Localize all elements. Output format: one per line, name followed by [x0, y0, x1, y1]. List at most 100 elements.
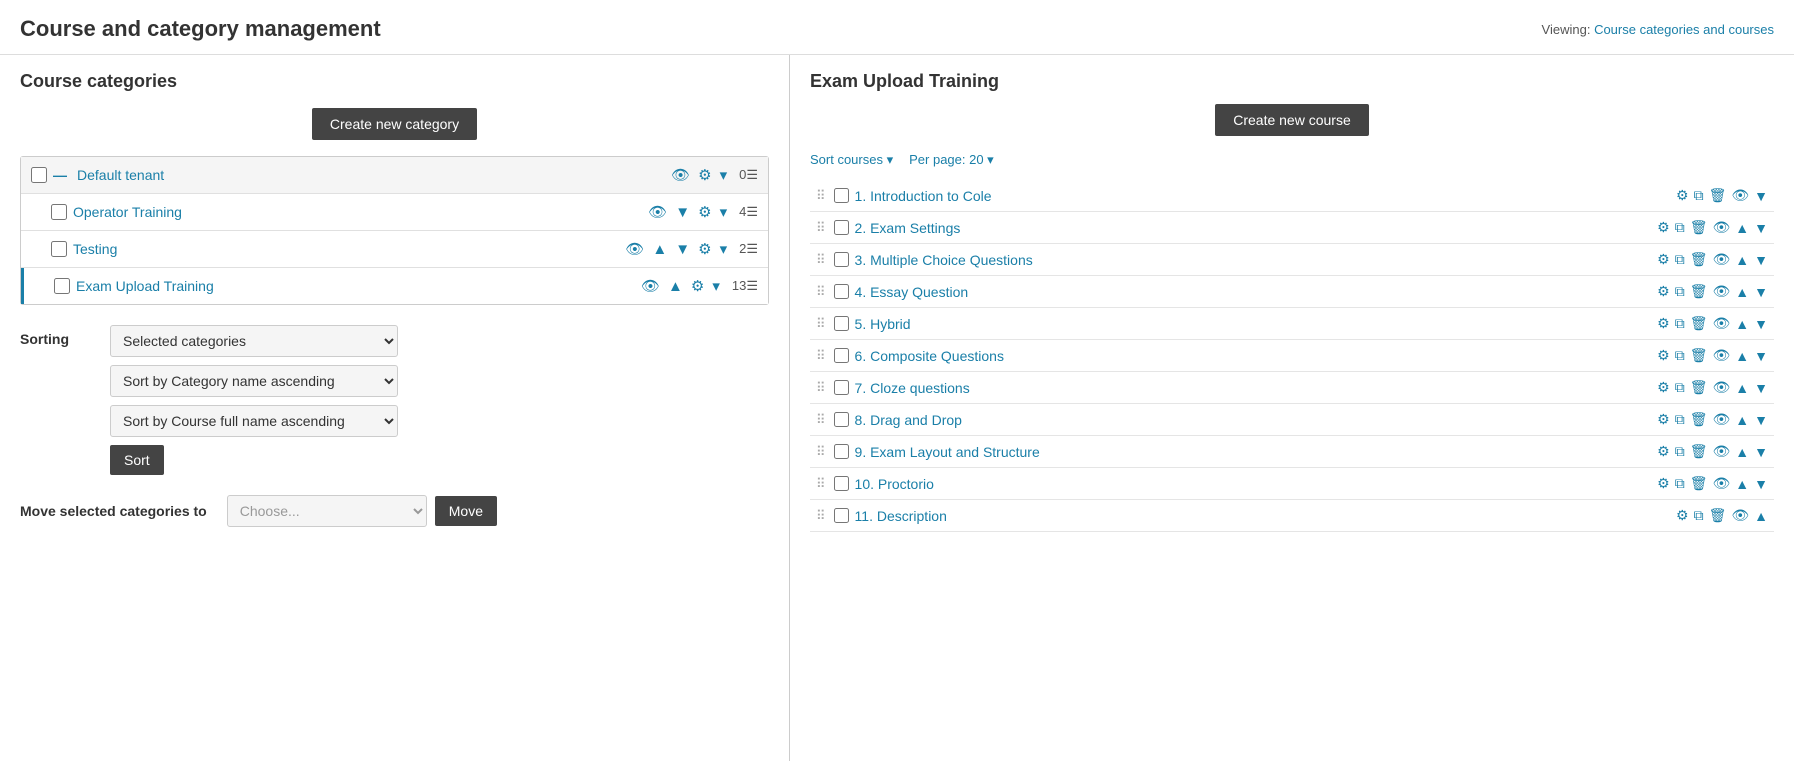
copy-icon[interactable]: ⧉ — [1675, 379, 1685, 396]
view-icon[interactable]: 👁 — [646, 202, 669, 222]
drag-handle-icon[interactable]: ⠿ — [816, 444, 826, 460]
caret-icon[interactable]: ▾ — [718, 165, 730, 185]
up-arrow-icon[interactable]: ▲ — [1735, 220, 1749, 236]
drag-handle-icon[interactable]: ⠿ — [816, 476, 826, 492]
gear-icon[interactable]: ⚙ — [696, 239, 713, 259]
down-icon[interactable]: ▼ — [673, 203, 692, 222]
course-checkbox[interactable] — [834, 508, 849, 523]
up-arrow-icon[interactable]: ▲ — [1735, 476, 1749, 492]
course-checkbox[interactable] — [834, 188, 849, 203]
view-icon[interactable]: 👁 — [1713, 379, 1731, 396]
trash-icon[interactable]: 🗑 — [1690, 315, 1708, 332]
trash-icon[interactable]: 🗑 — [1690, 283, 1708, 300]
down-arrow-icon[interactable]: ▼ — [1754, 348, 1768, 364]
copy-icon[interactable]: ⧉ — [1675, 251, 1685, 268]
down-arrow-icon[interactable]: ▼ — [1754, 380, 1768, 396]
up-arrow-icon[interactable]: ▲ — [1735, 316, 1749, 332]
up-arrow-icon[interactable]: ▲ — [1735, 284, 1749, 300]
category-checkbox-default-tenant[interactable] — [31, 167, 47, 183]
sort-button[interactable]: Sort — [110, 445, 164, 475]
category-checkbox-operator-training[interactable] — [51, 204, 67, 220]
down-arrow-icon[interactable]: ▼ — [1754, 188, 1768, 204]
course-name-link[interactable]: 9. Exam Layout and Structure — [855, 444, 1652, 460]
course-checkbox[interactable] — [834, 316, 849, 331]
drag-handle-icon[interactable]: ⠿ — [816, 412, 826, 428]
down-arrow-icon[interactable]: ▼ — [1754, 444, 1768, 460]
up-arrow-icon[interactable]: ▲ — [1735, 348, 1749, 364]
view-icon[interactable]: 👁 — [1713, 315, 1731, 332]
category-link-default-tenant[interactable]: Default tenant — [77, 167, 663, 183]
drag-handle-icon[interactable]: ⠿ — [816, 316, 826, 332]
category-link-exam-upload-training[interactable]: Exam Upload Training — [76, 278, 633, 294]
gear-icon[interactable]: ⚙ — [1657, 315, 1670, 332]
view-icon[interactable]: 👁 — [1713, 411, 1731, 428]
copy-icon[interactable]: ⧉ — [1694, 187, 1704, 204]
sort-by-category-select[interactable]: Sort by Category name ascending Sort by … — [110, 365, 398, 397]
down-arrow-icon[interactable]: ▼ — [1754, 252, 1768, 268]
trash-icon[interactable]: 🗑 — [1709, 507, 1727, 524]
view-icon[interactable]: 👁 — [1731, 187, 1749, 204]
course-name-link[interactable]: 6. Composite Questions — [855, 348, 1652, 364]
course-checkbox[interactable] — [834, 476, 849, 491]
copy-icon[interactable]: ⧉ — [1675, 347, 1685, 364]
per-page-link[interactable]: Per page: 20 ▾ — [909, 152, 994, 168]
course-name-link[interactable]: 2. Exam Settings — [855, 220, 1652, 236]
course-name-link[interactable]: 7. Cloze questions — [855, 380, 1652, 396]
course-name-link[interactable]: 4. Essay Question — [855, 284, 1652, 300]
trash-icon[interactable]: 🗑 — [1690, 475, 1708, 492]
up-arrow-icon[interactable]: ▲ — [1754, 508, 1768, 524]
down-arrow-icon[interactable]: ▼ — [1754, 220, 1768, 236]
create-course-button[interactable]: Create new course — [1215, 104, 1369, 136]
down-arrow-icon[interactable]: ▼ — [1754, 476, 1768, 492]
view-icon[interactable]: 👁 — [623, 239, 646, 259]
gear-icon[interactable]: ⚙ — [1657, 283, 1670, 300]
sort-courses-link[interactable]: Sort courses ▾ — [810, 152, 893, 168]
view-icon[interactable]: 👁 — [1713, 219, 1731, 236]
course-name-link[interactable]: 1. Introduction to Cole — [855, 188, 1670, 204]
course-checkbox[interactable] — [834, 380, 849, 395]
up-icon[interactable]: ▲ — [666, 277, 685, 296]
course-checkbox[interactable] — [834, 252, 849, 267]
down-arrow-icon[interactable]: ▼ — [1754, 412, 1768, 428]
down-arrow-icon[interactable]: ▼ — [1754, 316, 1768, 332]
course-name-link[interactable]: 5. Hybrid — [855, 316, 1652, 332]
course-checkbox[interactable] — [834, 284, 849, 299]
trash-icon[interactable]: 🗑 — [1709, 187, 1727, 204]
gear-icon[interactable]: ⚙ — [1676, 507, 1689, 524]
course-checkbox[interactable] — [834, 348, 849, 363]
trash-icon[interactable]: 🗑 — [1690, 443, 1708, 460]
copy-icon[interactable]: ⧉ — [1675, 443, 1685, 460]
course-name-link[interactable]: 8. Drag and Drop — [855, 412, 1652, 428]
gear-icon[interactable]: ⚙ — [689, 276, 706, 296]
gear-icon[interactable]: ⚙ — [1676, 187, 1689, 204]
move-destination-select[interactable]: Choose... — [227, 495, 427, 527]
gear-icon[interactable]: ⚙ — [696, 165, 713, 185]
trash-icon[interactable]: 🗑 — [1690, 251, 1708, 268]
drag-handle-icon[interactable]: ⠿ — [816, 220, 826, 236]
gear-icon[interactable]: ⚙ — [1657, 379, 1670, 396]
drag-handle-icon[interactable]: ⠿ — [816, 348, 826, 364]
copy-icon[interactable]: ⧉ — [1675, 219, 1685, 236]
trash-icon[interactable]: 🗑 — [1690, 379, 1708, 396]
course-checkbox[interactable] — [834, 412, 849, 427]
gear-icon[interactable]: ⚙ — [1657, 251, 1670, 268]
category-checkbox-testing[interactable] — [51, 241, 67, 257]
course-name-link[interactable]: 11. Description — [855, 508, 1670, 524]
drag-handle-icon[interactable]: ⠿ — [816, 252, 826, 268]
drag-handle-icon[interactable]: ⠿ — [816, 508, 826, 524]
drag-handle-icon[interactable]: ⠿ — [816, 284, 826, 300]
caret-icon[interactable]: ▾ — [718, 239, 730, 259]
gear-icon[interactable]: ⚙ — [1657, 411, 1670, 428]
trash-icon[interactable]: 🗑 — [1690, 219, 1708, 236]
up-icon[interactable]: ▲ — [650, 240, 669, 259]
category-link-testing[interactable]: Testing — [73, 241, 617, 257]
up-arrow-icon[interactable]: ▲ — [1735, 252, 1749, 268]
gear-icon[interactable]: ⚙ — [1657, 443, 1670, 460]
viewing-link[interactable]: Course categories and courses — [1594, 22, 1774, 37]
caret-icon[interactable]: ▾ — [710, 276, 722, 296]
drag-handle-icon[interactable]: ⠿ — [816, 188, 826, 204]
view-icon[interactable]: 👁 — [1713, 443, 1731, 460]
down-arrow-icon[interactable]: ▼ — [1754, 284, 1768, 300]
up-arrow-icon[interactable]: ▲ — [1735, 444, 1749, 460]
caret-icon[interactable]: ▾ — [718, 202, 730, 222]
